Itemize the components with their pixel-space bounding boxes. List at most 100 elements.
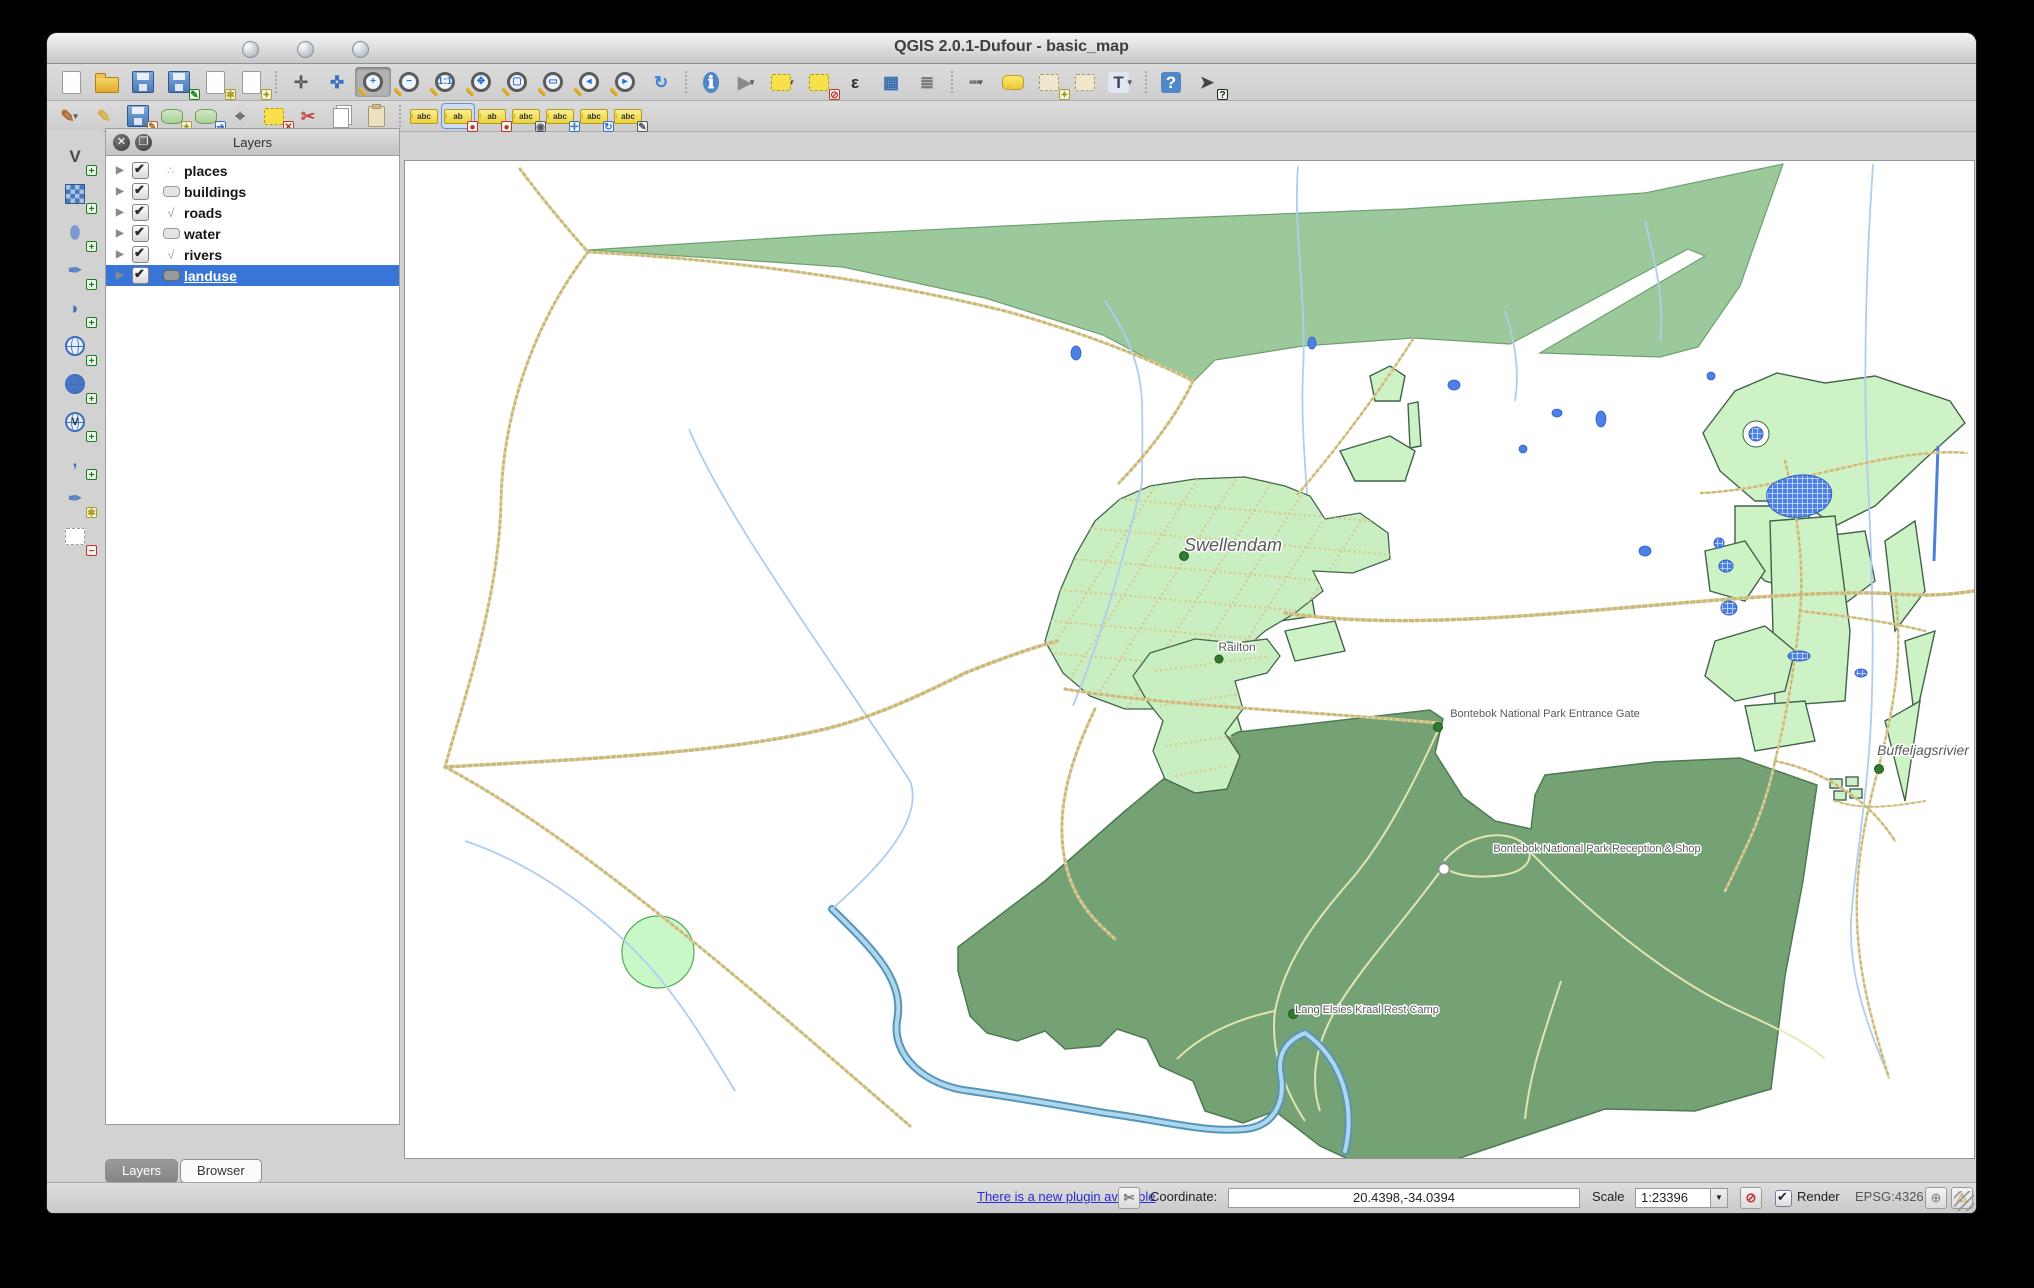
- new-spatialite-layer-icon[interactable]: ✒ ✱: [56, 481, 97, 519]
- layer-tree[interactable]: ▶∴places▶buildings▶√roads▶water▶√rivers▶…: [105, 156, 400, 1125]
- node-tool-icon[interactable]: ⌖: [223, 103, 257, 129]
- text-annotation-dropdown-icon[interactable]: ▼: [1126, 78, 1134, 87]
- remove-layer-icon[interactable]: −: [56, 519, 97, 557]
- show-bookmarks-icon[interactable]: [1067, 67, 1103, 97]
- zoom-full-icon[interactable]: ✥: [463, 67, 499, 97]
- add-spatialite-layer-icon[interactable]: ✒ +: [56, 253, 97, 291]
- add-postgis-layer-icon[interactable]: ⬮ +: [56, 215, 97, 253]
- layer-visibility-checkbox[interactable]: [132, 182, 149, 200]
- layer-visibility-checkbox[interactable]: [132, 203, 149, 221]
- pan-map-icon[interactable]: ✛: [283, 67, 319, 97]
- scale-control[interactable]: 1:23396 ▼: [1635, 1188, 1728, 1208]
- pan-to-selection-icon[interactable]: ✜: [319, 67, 355, 97]
- save-project-icon[interactable]: [125, 67, 161, 97]
- new-bookmark-icon[interactable]: ✦: [1031, 67, 1070, 101]
- toggle-editing-icon[interactable]: ✎: [87, 103, 121, 129]
- crs-icon[interactable]: ⊕: [1925, 1187, 1947, 1209]
- plugin-icon[interactable]: ✄: [1118, 1187, 1140, 1209]
- layer-item-buildings[interactable]: ▶ buildings: [106, 181, 399, 202]
- coordinate-field[interactable]: 20.4398,-34.0394: [1228, 1188, 1580, 1208]
- expand-icon[interactable]: ▶: [116, 207, 132, 218]
- park-polygon[interactable]: [957, 709, 1818, 1170]
- add-delimited-text-layer-icon[interactable]: , +: [56, 443, 97, 481]
- new-print-composer-icon[interactable]: ✱: [197, 67, 236, 101]
- save-layer-edits-icon[interactable]: ✎: [121, 103, 158, 133]
- layer-visibility-checkbox[interactable]: [132, 245, 149, 263]
- identify-features-icon[interactable]: ℹ: [693, 67, 729, 97]
- expand-icon[interactable]: ▶: [116, 186, 132, 197]
- map-refresh-icon[interactable]: ↻: [643, 67, 679, 97]
- layer-item-rivers[interactable]: ▶ √ rivers: [106, 244, 399, 265]
- zoom-out-icon[interactable]: −: [391, 67, 427, 97]
- measure-line-icon[interactable]: ┅ ▼: [959, 67, 995, 97]
- whats-this-icon[interactable]: ➤?: [1189, 67, 1228, 101]
- add-feature-icon[interactable]: ✦: [155, 103, 192, 133]
- copy-features-icon[interactable]: [325, 103, 359, 129]
- map-tips-icon[interactable]: [995, 67, 1031, 97]
- layer-visibility-checkbox[interactable]: [132, 224, 149, 242]
- panel-tab-layers[interactable]: Layers: [105, 1159, 179, 1183]
- current-edits-icon[interactable]: ✎ ▼: [53, 103, 87, 129]
- layer-visibility-checkbox[interactable]: [132, 161, 149, 179]
- add-vector-layer-icon[interactable]: V +: [56, 139, 97, 177]
- add-raster-layer-icon[interactable]: +: [56, 177, 97, 215]
- field-calculator-icon[interactable]: ≣: [909, 67, 945, 97]
- map-svg[interactable]: Swellendam Railton Bontebok National Par…: [405, 161, 1976, 1170]
- layers-panel-header[interactable]: ✕ ❐ Layers: [105, 128, 400, 156]
- select-by-expression-icon[interactable]: ε: [837, 67, 873, 97]
- layer-item-landuse[interactable]: ▶ landuse: [106, 265, 399, 286]
- landuse-forest-polygon[interactable]: [587, 163, 1784, 383]
- pin-unpin-labels-icon[interactable]: ab ●: [441, 103, 478, 133]
- current-edits-dropdown-icon[interactable]: ▼: [72, 112, 80, 121]
- expand-icon[interactable]: ▶: [116, 270, 132, 281]
- layer-visibility-checkbox[interactable]: [132, 266, 149, 284]
- zoom-native-icon[interactable]: 1:1: [427, 67, 463, 97]
- layer-item-water[interactable]: ▶ water: [106, 223, 399, 244]
- add-mssql-layer-icon[interactable]: ◗ +: [56, 291, 97, 329]
- add-wms-layer-icon[interactable]: +: [56, 329, 97, 367]
- zoom-last-icon[interactable]: ◂: [571, 67, 607, 97]
- help-contents-icon[interactable]: ?: [1153, 67, 1189, 97]
- save-project-as-icon[interactable]: ✎: [161, 67, 200, 101]
- resize-grip[interactable]: [1954, 1191, 1974, 1211]
- zoom-next-icon[interactable]: ▸: [607, 67, 643, 97]
- add-wcs-layer-icon[interactable]: +: [56, 367, 97, 405]
- render-checkbox[interactable]: [1775, 1189, 1792, 1207]
- zoom-to-layer-icon[interactable]: ▭: [535, 67, 571, 97]
- measure-line-dropdown-icon[interactable]: ▼: [977, 78, 985, 87]
- layer-item-places[interactable]: ▶ ∴ places: [106, 160, 399, 181]
- layer-item-roads[interactable]: ▶ √ roads: [106, 202, 399, 223]
- run-feature-action-dropdown-icon[interactable]: ▼: [748, 78, 756, 87]
- zoom-to-selection-icon[interactable]: ▢: [499, 67, 535, 97]
- composer-manager-icon[interactable]: ✦: [233, 67, 272, 101]
- panel-tab-browser[interactable]: Browser: [180, 1159, 262, 1183]
- add-wfs-layer-icon[interactable]: V +: [56, 405, 97, 443]
- change-label-properties-icon[interactable]: abc ✎: [611, 103, 648, 133]
- stop-render-icon[interactable]: ⊘: [1740, 1187, 1762, 1209]
- open-project-icon[interactable]: [89, 67, 125, 97]
- expand-icon[interactable]: ▶: [116, 228, 132, 239]
- select-features-icon[interactable]: ▼: [765, 67, 801, 97]
- zoom-in-icon[interactable]: +: [355, 67, 391, 97]
- map-label-buffeljagsrivier: Buffeljagsrivier: [1877, 742, 1970, 758]
- delete-selected-icon[interactable]: ✕: [257, 103, 294, 133]
- new-project-icon[interactable]: [53, 67, 89, 97]
- expand-icon[interactable]: ▶: [116, 249, 132, 260]
- highlight-pinned-labels-icon[interactable]: ab ●: [475, 103, 512, 133]
- map-canvas[interactable]: Swellendam Railton Bontebok National Par…: [404, 160, 1976, 1170]
- open-attribute-table-icon[interactable]: ▦: [873, 67, 909, 97]
- text-annotation-icon[interactable]: T ▼: [1103, 67, 1139, 97]
- scale-combo[interactable]: 1:23396: [1635, 1188, 1711, 1208]
- title-bar[interactable]: QGIS 2.0.1-Dufour - basic_map: [47, 33, 1976, 64]
- expand-icon[interactable]: ▶: [116, 165, 132, 176]
- move-feature-icon[interactable]: ➜: [189, 103, 226, 133]
- scale-dropdown-icon[interactable]: ▼: [1711, 1188, 1728, 1208]
- cut-features-icon[interactable]: ✂: [291, 103, 325, 129]
- paste-features-icon[interactable]: [359, 103, 393, 129]
- deselect-features-icon[interactable]: ⊘: [801, 67, 840, 101]
- layer-labeling-options-icon[interactable]: abc: [407, 103, 441, 129]
- move-label-icon[interactable]: abc ✛: [543, 103, 580, 133]
- rotate-label-icon[interactable]: abc ↻: [577, 103, 614, 133]
- run-feature-action-icon[interactable]: ▶ ▼: [729, 67, 765, 97]
- show-hide-labels-icon[interactable]: abc ◉: [509, 103, 546, 133]
